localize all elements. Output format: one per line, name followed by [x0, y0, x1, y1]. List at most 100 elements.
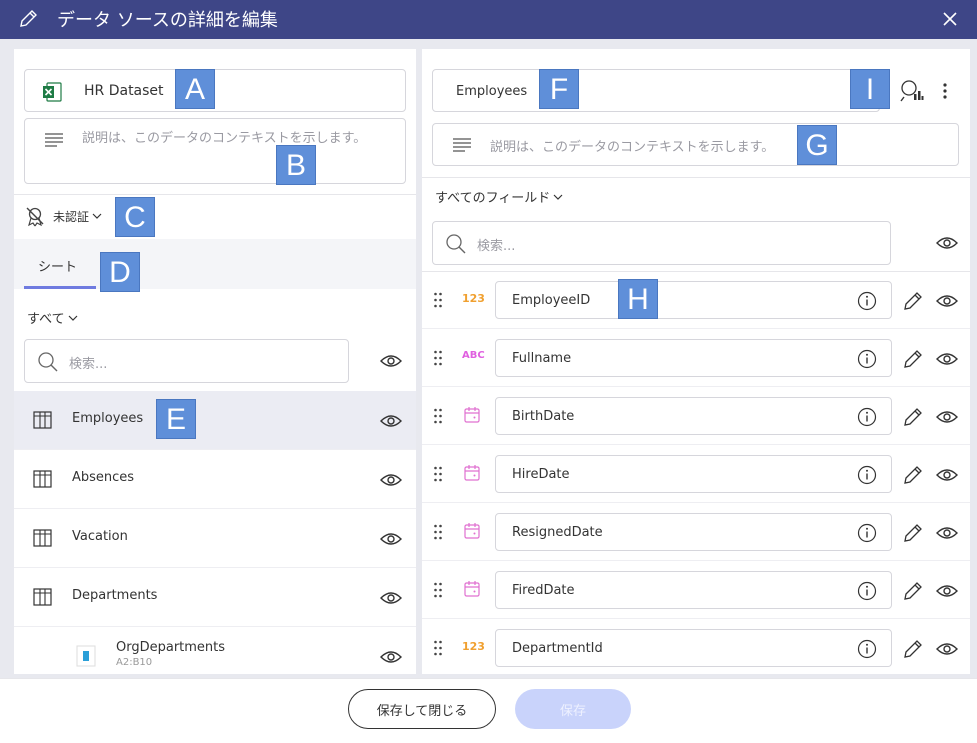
pencil-icon[interactable]: [902, 638, 924, 660]
sheet-label: Departments: [72, 588, 158, 603]
field-row[interactable]: FiredDate: [422, 561, 970, 619]
more-vertical-icon[interactable]: [941, 81, 949, 101]
sheet-row[interactable]: Departments: [14, 568, 416, 627]
table-description-field[interactable]: 説明は、このデータのコンテキストを示します。: [432, 123, 959, 166]
pencil-icon[interactable]: [902, 406, 924, 428]
fields-filter-dropdown[interactable]: すべてのフィールド: [435, 187, 563, 206]
field-search-input[interactable]: 検索...: [432, 221, 891, 265]
named-range-icon: [76, 645, 96, 667]
sheet-row[interactable]: Vacation: [14, 509, 416, 568]
drag-handle-icon[interactable]: [433, 581, 443, 599]
marker-e: E: [156, 399, 196, 439]
info-icon[interactable]: [857, 407, 877, 427]
dataset-name-field[interactable]: HR Dataset: [24, 69, 406, 112]
eye-icon[interactable]: [380, 649, 402, 665]
certification-dropdown[interactable]: 未認証: [24, 204, 102, 228]
description-placeholder: 説明は、このデータのコンテキストを示します。: [490, 140, 775, 155]
field-name: HireDate: [512, 467, 570, 482]
eye-icon[interactable]: [936, 351, 958, 367]
field-row[interactable]: ABC Fullname: [422, 329, 970, 387]
sheet-search-input[interactable]: 検索...: [24, 339, 349, 383]
number-type-icon: 123: [462, 640, 485, 653]
field-name-input[interactable]: FiredDate: [495, 571, 892, 609]
sheet-filter-dropdown[interactable]: すべて: [27, 308, 78, 327]
search-icon: [446, 234, 466, 254]
sheet-label: Vacation: [72, 529, 128, 544]
field-row[interactable]: 123 DepartmentId: [422, 619, 970, 674]
eye-icon[interactable]: [936, 525, 958, 541]
info-icon[interactable]: [857, 349, 877, 369]
info-icon[interactable]: [857, 581, 877, 601]
table-name: Employees: [456, 84, 528, 99]
eye-icon[interactable]: [380, 413, 402, 429]
sheet-row[interactable]: Employees: [14, 391, 416, 450]
table-icon: [33, 411, 52, 429]
tab-sheets[interactable]: シート: [24, 239, 96, 289]
field-row[interactable]: ResignedDate: [422, 503, 970, 561]
eye-icon[interactable]: [380, 472, 402, 488]
eye-icon[interactable]: [936, 467, 958, 483]
sub-sheet-label: OrgDepartments: [116, 640, 226, 655]
table-icon: [33, 588, 52, 606]
search-icon: [38, 352, 58, 372]
text-type-icon: ABC: [462, 350, 485, 361]
description-placeholder: 説明は、このデータのコンテキストを示します。: [82, 131, 367, 146]
sheet-row[interactable]: Absences: [14, 450, 416, 509]
chevron-down-icon: [68, 315, 78, 321]
info-icon[interactable]: [857, 465, 877, 485]
marker-f: F: [539, 69, 579, 109]
info-icon[interactable]: [857, 639, 877, 659]
drag-handle-icon[interactable]: [433, 465, 443, 483]
eye-icon[interactable]: [380, 531, 402, 547]
drag-handle-icon[interactable]: [433, 291, 443, 309]
sheet-label: Employees: [72, 411, 144, 426]
save-and-close-button[interactable]: 保存して閉じる: [348, 689, 496, 729]
field-name-input[interactable]: EmployeeID: [495, 281, 892, 319]
drag-handle-icon[interactable]: [433, 639, 443, 657]
field-name-input[interactable]: DepartmentId: [495, 629, 892, 667]
field-name-input[interactable]: Fullname: [495, 339, 892, 377]
info-icon[interactable]: [857, 523, 877, 543]
eye-icon[interactable]: [936, 641, 958, 657]
save-button[interactable]: 保存: [515, 689, 631, 729]
sub-sheet-row[interactable]: OrgDepartments A2:B10: [14, 627, 416, 674]
drag-handle-icon[interactable]: [433, 349, 443, 367]
right-panel: Employees F I 説明は、このデータのコンテキストを示します。 G す…: [422, 49, 970, 674]
tab-active-indicator: [24, 286, 96, 289]
text-lines-icon: [453, 138, 471, 152]
field-name-input[interactable]: HireDate: [495, 455, 892, 493]
drag-handle-icon[interactable]: [433, 407, 443, 425]
dataset-description-field[interactable]: 説明は、このデータのコンテキストを示します。: [24, 118, 406, 184]
pencil-icon[interactable]: [902, 522, 924, 544]
eye-icon[interactable]: [936, 409, 958, 425]
field-row[interactable]: HireDate: [422, 445, 970, 503]
eye-icon[interactable]: [380, 353, 402, 369]
eye-icon[interactable]: [936, 583, 958, 599]
calendar-icon: [464, 581, 480, 597]
field-row[interactable]: BirthDate: [422, 387, 970, 445]
fields-filter-label: すべてのフィールド: [435, 191, 551, 206]
text-lines-icon: [45, 133, 63, 147]
eye-icon[interactable]: [380, 590, 402, 606]
field-name: Fullname: [512, 351, 572, 366]
left-panel: HR Dataset A 説明は、このデータのコンテキストを示します。 B 未認…: [14, 49, 416, 674]
close-icon[interactable]: [939, 8, 961, 30]
pencil-icon[interactable]: [902, 464, 924, 486]
field-name-input[interactable]: ResignedDate: [495, 513, 892, 551]
info-icon[interactable]: [857, 291, 877, 311]
eye-icon[interactable]: [936, 235, 958, 251]
field-name-input[interactable]: BirthDate: [495, 397, 892, 435]
pencil-icon[interactable]: [902, 290, 924, 312]
marker-g: G: [797, 125, 837, 165]
pencil-icon[interactable]: [902, 580, 924, 602]
table-name-field[interactable]: Employees: [432, 69, 880, 112]
eye-icon[interactable]: [936, 293, 958, 309]
field-name: EmployeeID: [512, 293, 591, 308]
pencil-icon: [20, 10, 37, 27]
drag-handle-icon[interactable]: [433, 523, 443, 541]
search-chart-icon[interactable]: [900, 79, 924, 103]
field-name: BirthDate: [512, 409, 575, 424]
field-name: ResignedDate: [512, 525, 603, 540]
field-row[interactable]: 123 EmployeeID: [422, 271, 970, 329]
pencil-icon[interactable]: [902, 348, 924, 370]
